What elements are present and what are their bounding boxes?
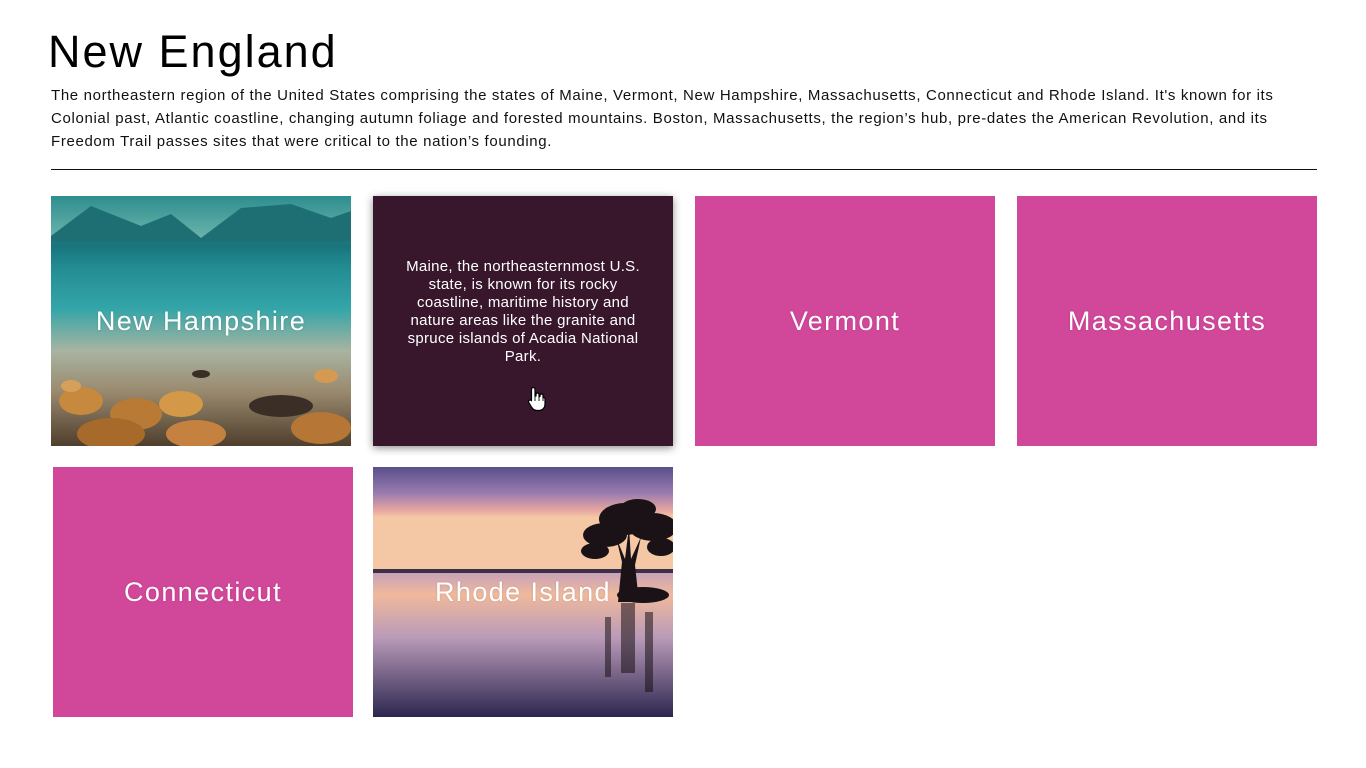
- tile-label: Connecticut: [124, 576, 282, 607]
- tile-rhode-island[interactable]: Rhode Island: [373, 467, 673, 717]
- tile-new-hampshire[interactable]: New Hampshire: [51, 196, 351, 446]
- divider: [51, 169, 1317, 170]
- tile-label: New Hampshire: [95, 305, 307, 336]
- tile-maine[interactable]: Maine, the northeasternmost U.S. state, …: [373, 196, 673, 446]
- intro-paragraph: The northeastern region of the United St…: [51, 87, 1274, 150]
- tile-massachusetts[interactable]: Massachusetts: [1017, 196, 1317, 446]
- tile-label: Vermont: [789, 305, 901, 336]
- tile-label: Rhode Island: [435, 576, 611, 607]
- hand-pointer-icon: [527, 386, 546, 412]
- tile-vermont[interactable]: Vermont: [695, 196, 995, 446]
- tile-label: Massachusetts: [1067, 305, 1267, 336]
- tile-connecticut[interactable]: Connecticut: [53, 467, 353, 717]
- tile-description: Maine, the northeasternmost U.S. state, …: [406, 258, 640, 365]
- page-title: New England: [48, 26, 338, 77]
